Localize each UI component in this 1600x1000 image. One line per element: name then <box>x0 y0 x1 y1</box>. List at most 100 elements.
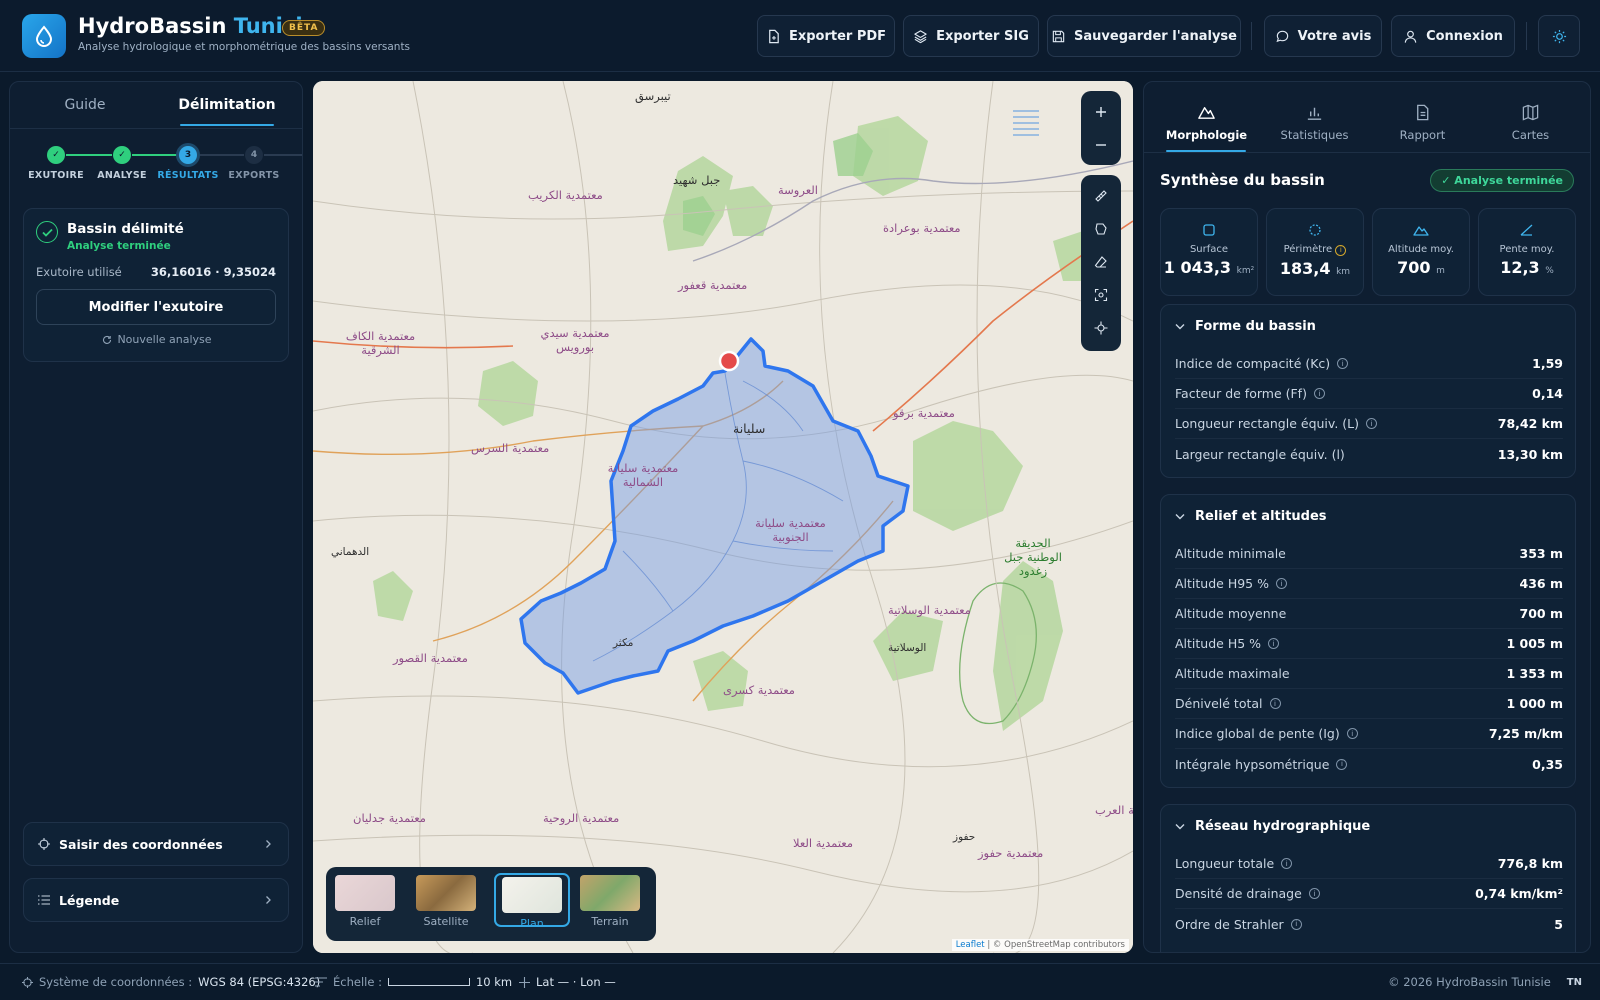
map-label: حفوز <box>953 831 976 843</box>
info-icon[interactable]: i <box>1337 358 1349 369</box>
metric-row: Altitude maximale 1 353 m <box>1175 659 1563 689</box>
info-icon[interactable]: i <box>1268 638 1280 649</box>
new-analysis-link[interactable]: Nouvelle analyse <box>24 333 290 346</box>
leaflet-link[interactable]: Leaflet <box>956 940 985 950</box>
dashed-circle-icon <box>1309 224 1321 236</box>
app-logo[interactable] <box>22 14 66 58</box>
copyright-text: © 2026 HydroBassin Tunisie <box>1388 975 1551 989</box>
metric-value: 0,74 km/km² <box>1475 886 1563 901</box>
ruler-icon <box>1095 189 1107 202</box>
info-icon[interactable]: i <box>1336 758 1348 770</box>
zoom-in-button[interactable] <box>1081 95 1121 128</box>
section-header[interactable]: Relief et altitudes <box>1175 509 1327 524</box>
basemap-relief[interactable]: Relief <box>333 873 397 928</box>
measure-button[interactable] <box>1081 179 1121 212</box>
basemap-plan[interactable]: Plan <box>494 873 570 930</box>
tab-morphologie[interactable]: Morphologie <box>1154 94 1259 150</box>
layers-icon <box>914 29 927 43</box>
metric-label: Facteur de forme (Ff) <box>1175 386 1307 401</box>
locate-icon <box>1094 321 1108 334</box>
map-label: معتمدية العرب <box>1095 803 1133 817</box>
scale-bar <box>387 978 470 986</box>
map-label: معتمدية كسرى <box>723 683 795 697</box>
map-label: معتمدية سليانة الجنوبية <box>755 516 826 544</box>
map-label: معتمدية الروحية <box>543 811 620 825</box>
stat-label: Périmètre <box>1283 244 1333 255</box>
left-panel: Guide Délimitation ✓ ✓ 3 4 EXUTOIRE ANAL… <box>9 81 303 953</box>
list-icon <box>38 895 50 905</box>
legend-button[interactable]: Légende <box>23 878 289 922</box>
metric-value: 5 <box>1554 916 1563 932</box>
info-icon[interactable]: i <box>1366 418 1377 429</box>
basemap-terrain[interactable]: Terrain <box>578 873 642 928</box>
crs-value: WGS 84 (EPSG:4326) <box>198 975 321 989</box>
metric-label: Longueur rectangle équiv. (L) <box>1175 416 1359 431</box>
map-label: جبل شهيد <box>673 173 721 187</box>
info-icon[interactable]: i <box>1281 858 1293 869</box>
export-pdf-button[interactable]: Exporter PDF <box>757 15 895 57</box>
coords-input-button[interactable]: Saisir des coordonnées <box>23 822 289 866</box>
map-label: معتمدية قعفور <box>678 278 748 292</box>
step-3-dot[interactable]: 3 <box>179 146 197 164</box>
language-code[interactable]: TN <box>1567 977 1582 988</box>
stat-number: 700 <box>1397 258 1431 277</box>
user-icon <box>1404 30 1417 43</box>
info-icon[interactable]: i <box>1275 578 1287 589</box>
save-analysis-button[interactable]: Sauvegarder l'analyse <box>1047 15 1241 57</box>
metric-row: Dénivelé total i 1 000 m <box>1175 689 1563 719</box>
info-icon[interactable]: i <box>1308 888 1320 899</box>
map-label: معتمدية الكاف الشرقية <box>345 329 416 357</box>
step-2-label: ANALYSE <box>97 170 147 181</box>
info-icon[interactable]: i <box>1346 728 1358 739</box>
metric-value: 1 005 m <box>1506 636 1563 651</box>
cursor-position: Lat — · Lon — <box>519 975 616 989</box>
tab-rapport[interactable]: Rapport <box>1370 94 1475 150</box>
draw-polygon-button[interactable] <box>1081 212 1121 245</box>
info-icon[interactable]: i <box>1290 918 1302 930</box>
tab-statistiques[interactable]: Statistiques <box>1262 94 1367 150</box>
section-header[interactable]: Réseau hydrographique <box>1175 819 1370 834</box>
step-2-dot[interactable]: ✓ <box>113 146 131 164</box>
warning-info-icon[interactable]: i <box>1335 244 1347 256</box>
basemap-satellite[interactable]: Satellite <box>414 873 478 928</box>
locate-button[interactable] <box>1081 311 1121 344</box>
info-icon[interactable]: i <box>1269 698 1281 709</box>
chevron-down-icon <box>1175 324 1185 330</box>
map-label: مكثر <box>613 637 634 649</box>
step-4-dot[interactable]: 4 <box>245 146 263 164</box>
erase-button[interactable] <box>1081 245 1121 278</box>
section-header[interactable]: Forme du bassin <box>1175 319 1316 334</box>
fit-extent-button[interactable] <box>1081 278 1121 311</box>
info-icon[interactable]: i <box>1313 388 1325 399</box>
stat-card-perimetre: Périmètre i 183,4 km <box>1266 208 1364 296</box>
export-sig-button[interactable]: Exporter SIG <box>903 15 1039 57</box>
login-button[interactable]: Connexion <box>1391 15 1515 57</box>
zoom-out-button[interactable] <box>1081 128 1121 161</box>
stat-unit: % <box>1545 266 1554 276</box>
summary-title: Synthèse du bassin <box>1160 171 1325 189</box>
feedback-button[interactable]: Votre avis <box>1264 15 1382 57</box>
metric-value: 13,30 km <box>1497 446 1563 462</box>
section-title: Réseau hydrographique <box>1195 819 1371 834</box>
stat-label: Pente moy. <box>1499 244 1555 255</box>
header-divider <box>1251 22 1252 50</box>
tab-cartes[interactable]: Cartes <box>1478 94 1583 150</box>
stat-label: Surface <box>1189 244 1229 255</box>
step-1-dot[interactable]: ✓ <box>47 146 65 164</box>
metric-value: 78,42 km <box>1497 416 1563 431</box>
basemap-thumb <box>416 875 476 911</box>
theme-toggle-button[interactable] <box>1538 15 1580 57</box>
active-tab-indicator <box>180 124 274 126</box>
tab-guide[interactable]: Guide <box>20 82 150 128</box>
app-title: HydroBassin Tunisie <box>78 14 317 38</box>
metric-row: Indice de compacité (Kc) i 1,59 <box>1175 349 1563 379</box>
metric-label: Largeur rectangle équiv. (l) <box>1175 446 1345 462</box>
feedback-label: Votre avis <box>1297 28 1372 44</box>
modify-outlet-button[interactable]: Modifier l'exutoire <box>36 289 276 325</box>
map-view[interactable]: تيبرسق جبل شهيد العروسة معتمدية الكريب م… <box>313 81 1133 953</box>
water-drop-icon <box>35 25 53 47</box>
tab-delimitation[interactable]: Délimitation <box>170 82 284 128</box>
metric-label: Altitude moyenne <box>1175 606 1287 621</box>
metric-row: Altitude H5 % i 1 005 m <box>1175 629 1563 659</box>
stat-number: 1 043,3 <box>1163 258 1232 277</box>
